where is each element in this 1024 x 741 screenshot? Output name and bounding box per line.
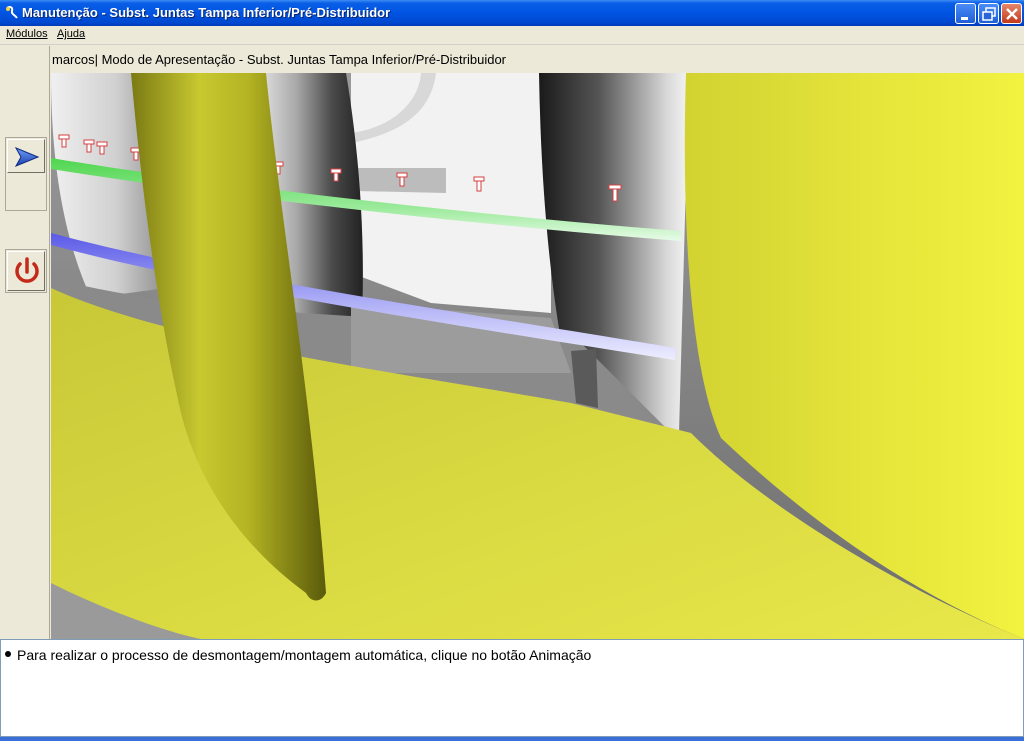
animation-button[interactable] — [5, 137, 47, 211]
message-text: Para realizar o processo de desmontagem/… — [17, 647, 592, 663]
window-title: Manutenção - Subst. Juntas Tampa Inferio… — [22, 5, 391, 20]
close-icon — [1006, 8, 1018, 20]
exit-button-face — [7, 251, 45, 291]
minimize-button[interactable] — [955, 3, 976, 24]
restore-button[interactable] — [978, 3, 999, 24]
title-bar: Manutenção - Subst. Juntas Tampa Inferio… — [0, 0, 1024, 26]
3d-viewport[interactable] — [51, 73, 1024, 639]
mode-header: marcos| Modo de Apresentação - Subst. Ju… — [51, 46, 1024, 73]
left-toolbar — [0, 46, 50, 639]
bullet-icon — [5, 651, 11, 658]
mode-header-text: marcos| Modo de Apresentação - Subst. Ju… — [52, 52, 507, 67]
menu-modulos[interactable]: Módulos — [6, 28, 48, 40]
menu-bar: Módulos Ajuda — [0, 26, 1024, 45]
app-icon — [6, 6, 18, 19]
message-panel: Para realizar o processo de desmontagem/… — [0, 639, 1024, 737]
taskbar-strip — [0, 737, 1024, 741]
animation-button-face — [7, 139, 45, 173]
minimize-icon — [961, 17, 968, 20]
close-button[interactable] — [1001, 3, 1022, 24]
message-line: Para realizar o processo de desmontagem/… — [5, 647, 591, 663]
play-arrow-icon — [14, 146, 40, 168]
restore-icon — [982, 7, 996, 21]
exit-button[interactable] — [5, 249, 47, 293]
menu-ajuda[interactable]: Ajuda — [57, 28, 85, 40]
3d-scene — [51, 73, 1024, 639]
power-icon — [15, 257, 39, 283]
